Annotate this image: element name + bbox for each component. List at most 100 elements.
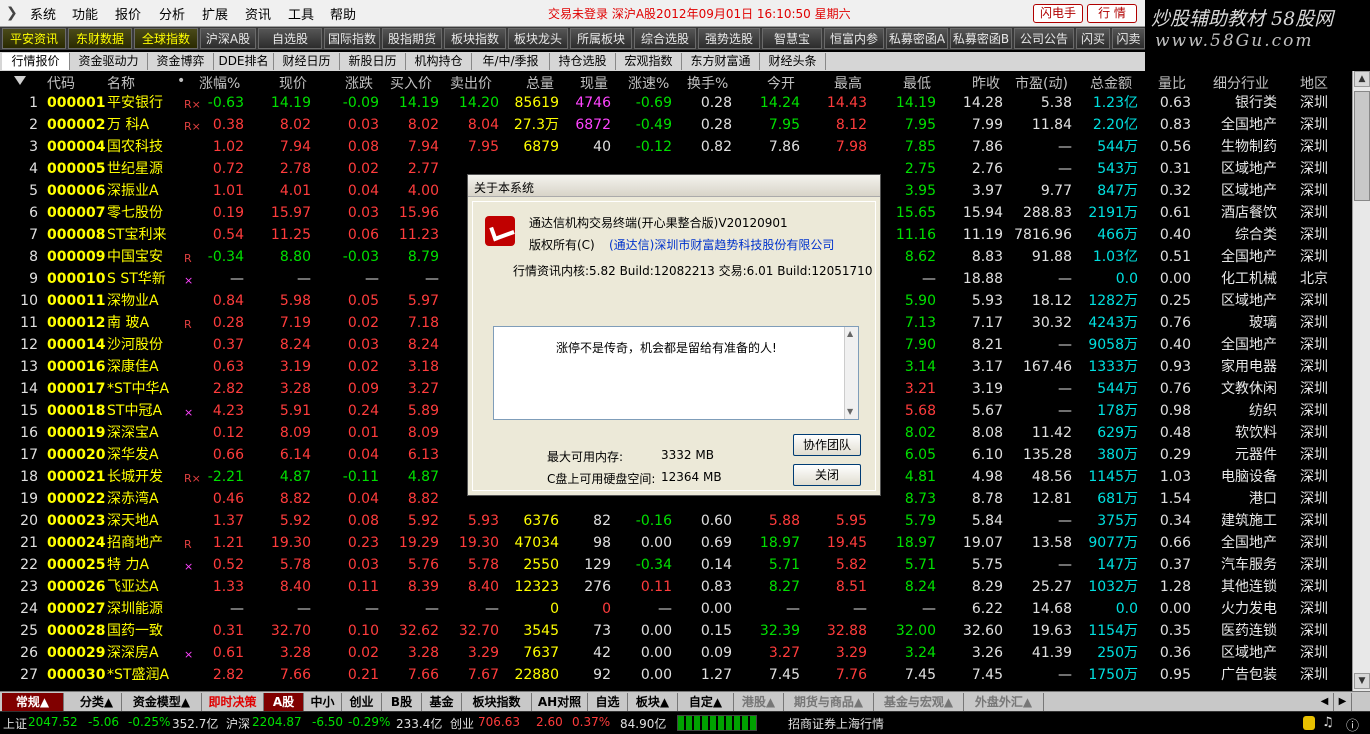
toolbar-sh-sz-a[interactable]: 沪深A股: [200, 28, 256, 49]
tab-holdings-pick[interactable]: 持仓选股: [550, 53, 616, 70]
table-row[interactable]: 2 000002 万 科A R× 0.38 8.02 0.03 8.02 8.04 27.3万 68…: [0, 114, 1352, 136]
btab-overseas-fx[interactable]: 外盘外汇▲: [964, 693, 1044, 711]
btab-sme[interactable]: 中小: [304, 693, 342, 711]
scroll-up-icon[interactable]: ▲: [1354, 71, 1370, 87]
table-row[interactable]: 26 000029 深深房A × 0.61 3.28 0.02 3.28 3.29 7637 42 0…: [0, 642, 1352, 664]
btab-fund-macro[interactable]: 基金与宏观▲: [874, 693, 964, 711]
btab-a-shares[interactable]: A股: [264, 693, 304, 711]
lightning-trade-button[interactable]: 闪电手: [1033, 4, 1083, 23]
message-scrollbar[interactable]: ▲ ▼: [844, 327, 858, 419]
tab-finance-headlines[interactable]: 财经头条: [760, 53, 826, 70]
menu-tools[interactable]: 工具: [288, 4, 314, 23]
col-last-vol[interactable]: 现量: [580, 73, 608, 93]
btab-sector-index[interactable]: 板块指数: [462, 693, 532, 711]
btab-funds[interactable]: 基金: [422, 693, 462, 711]
toolbar-belong-sector[interactable]: 所属板块: [570, 28, 632, 49]
col-change-pct[interactable]: 涨幅%: [199, 73, 240, 93]
tab-dde-rank[interactable]: DDE排名: [214, 53, 274, 70]
toolbar-sector-index[interactable]: 板块指数: [444, 28, 506, 49]
toolbar-dongcai-data[interactable]: 东财数据: [68, 28, 132, 49]
tab-eastmoney[interactable]: 东方财富通: [682, 53, 760, 70]
col-name[interactable]: 名称: [107, 73, 135, 93]
tab-finance-calendar[interactable]: 财经日历: [274, 53, 340, 70]
btab-b-shares[interactable]: B股: [382, 693, 422, 711]
table-row[interactable]: 23 000026 飞亚达A 1.33 8.40 0.11 8.39 8.40 12323 276…: [0, 576, 1352, 598]
col-open[interactable]: 今开: [767, 73, 795, 93]
table-row[interactable]: 1 000001 平安银行 R× -0.63 14.19 -0.09 14.19 14.20 85…: [0, 92, 1352, 114]
col-turnover[interactable]: 换手%: [687, 73, 728, 93]
close-button[interactable]: 关闭: [793, 464, 861, 486]
col-volume[interactable]: 总量: [526, 73, 554, 93]
btab-watchlist[interactable]: 自选: [588, 693, 628, 711]
menu-news[interactable]: 资讯: [245, 4, 271, 23]
col-low[interactable]: 最低: [903, 73, 931, 93]
btab-sectors[interactable]: 板块▲: [628, 693, 678, 711]
col-price[interactable]: 现价: [279, 73, 307, 93]
btab-normal[interactable]: 常规▲: [2, 693, 64, 711]
btab-hk[interactable]: 港股▲: [734, 693, 784, 711]
msg-scroll-down-icon[interactable]: ▼: [847, 407, 853, 416]
menu-extend[interactable]: 扩展: [202, 4, 228, 23]
col-speed[interactable]: 涨速%: [628, 73, 669, 93]
toolbar-quick-sell[interactable]: 闪卖: [1112, 28, 1145, 49]
btab-category[interactable]: 分类▲: [72, 693, 122, 711]
btab-gem[interactable]: 创业: [342, 693, 382, 711]
menu-quote[interactable]: 报价: [115, 4, 141, 23]
col-region[interactable]: 地区: [1300, 73, 1328, 93]
menu-help[interactable]: 帮助: [330, 4, 356, 23]
col-pe[interactable]: 市盈(动): [1015, 73, 1068, 93]
btab-fund-model[interactable]: 资金模型▲: [122, 693, 202, 711]
toolbar-strong-pick[interactable]: 强势选股: [698, 28, 760, 49]
col-industry[interactable]: 细分行业: [1213, 73, 1269, 93]
btab-scroll-right-icon[interactable]: ▶: [1334, 693, 1352, 711]
toolbar-pe-letter-a[interactable]: 私募密函A: [886, 28, 948, 49]
col-bid[interactable]: 买入价: [390, 73, 432, 93]
scroll-down-icon[interactable]: ▼: [1354, 673, 1370, 689]
btab-ah-compare[interactable]: AH对照: [532, 693, 588, 711]
col-vol-ratio[interactable]: 量比: [1158, 73, 1186, 93]
toolbar-announcements[interactable]: 公司公告: [1014, 28, 1074, 49]
toolbar-quick-buy[interactable]: 闪买: [1076, 28, 1110, 49]
btab-instant-decision[interactable]: 即时决策: [202, 693, 264, 711]
bell-icon[interactable]: ♫: [1322, 715, 1334, 730]
scroll-thumb[interactable]: [1354, 91, 1370, 201]
message-box[interactable]: 涨停不是传奇，机会都是留给有准备的人! ▲ ▼: [493, 326, 859, 420]
table-row[interactable]: 25 000028 国药一致 0.31 32.70 0.10 32.62 32.70 3545 7…: [0, 620, 1352, 642]
app-menu-icon[interactable]: ❯: [6, 5, 18, 21]
table-row[interactable]: 3 000004 国农科技 1.02 7.94 0.08 7.94 7.95 6879 40 -0.…: [0, 136, 1352, 158]
team-button[interactable]: 协作团队: [793, 434, 861, 456]
quote-button[interactable]: 行 情: [1087, 4, 1137, 23]
toolbar-watchlist[interactable]: 自选股: [258, 28, 322, 49]
col-code[interactable]: 代码: [47, 73, 75, 93]
info-icon[interactable]: ⓘ: [1346, 715, 1359, 734]
table-row[interactable]: 22 000025 特 力A × 0.52 5.78 0.03 5.76 5.78 2550 129…: [0, 554, 1352, 576]
btab-custom[interactable]: 自定▲: [678, 693, 734, 711]
tab-ipo-calendar[interactable]: 新股日历: [340, 53, 406, 70]
btab-scroll-left-icon[interactable]: ◀: [1316, 693, 1334, 711]
toolbar-index-futures[interactable]: 股指期货: [382, 28, 442, 49]
msg-scroll-up-icon[interactable]: ▲: [847, 329, 853, 338]
col-flag[interactable]: •: [177, 73, 185, 89]
table-row[interactable]: 20 000023 深天地A 1.37 5.92 0.08 5.92 5.93 6376 82 -0…: [0, 510, 1352, 532]
menu-function[interactable]: 功能: [72, 4, 98, 23]
col-high[interactable]: 最高: [834, 73, 862, 93]
tab-macro-index[interactable]: 宏观指数: [616, 53, 682, 70]
sort-down-icon[interactable]: [14, 76, 26, 85]
tab-fund-driven[interactable]: 资金驱动力: [70, 53, 148, 70]
tab-institution-holdings[interactable]: 机构持仓: [406, 53, 472, 70]
col-amount[interactable]: 总金额: [1090, 73, 1132, 93]
toolbar-combined-pick[interactable]: 综合选股: [634, 28, 696, 49]
tab-quote-list[interactable]: 行情报价: [2, 53, 70, 70]
toolbar-pe-letter-b[interactable]: 私募密函B: [950, 28, 1012, 49]
coin-icon[interactable]: [1303, 716, 1315, 730]
table-row[interactable]: 21 000024 招商地产 R 1.21 19.30 0.23 19.29 19.30 4703…: [0, 532, 1352, 554]
dialog-titlebar[interactable]: 关于本系统: [468, 175, 880, 197]
tab-periodic-reports[interactable]: 年/中/季报: [472, 53, 550, 70]
table-row[interactable]: 27 000030 *ST盛润A 2.82 7.66 0.21 7.66 7.67 22880 9…: [0, 664, 1352, 686]
toolbar-sector-leader[interactable]: 板块龙头: [508, 28, 568, 49]
toolbar-pingan-news[interactable]: 平安资讯: [2, 28, 66, 49]
toolbar-zhihuibao[interactable]: 智慧宝: [762, 28, 822, 49]
tab-fund-game[interactable]: 资金博弈: [148, 53, 214, 70]
col-change[interactable]: 涨跌: [345, 73, 373, 93]
vertical-scrollbar[interactable]: ▲ ▼: [1352, 71, 1370, 691]
